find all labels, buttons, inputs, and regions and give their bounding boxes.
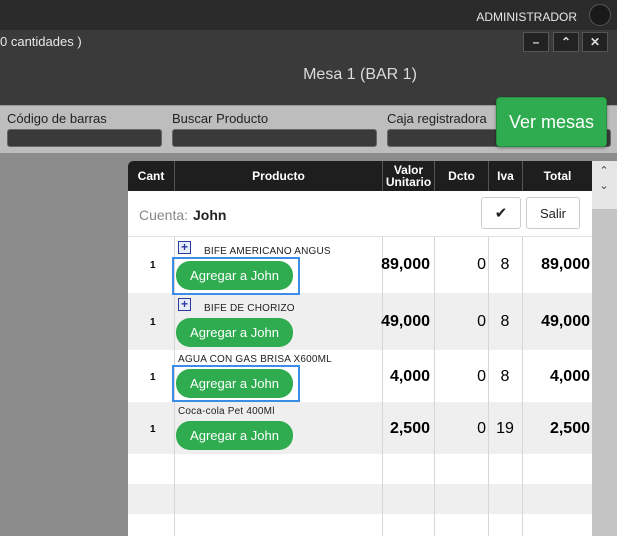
salir-button[interactable]: Salir xyxy=(526,197,580,229)
row-cant: 1 xyxy=(150,371,156,383)
column-header-cant: Cant xyxy=(137,169,165,183)
scrollbar-thumb[interactable] xyxy=(592,209,617,536)
barcode-input[interactable] xyxy=(7,129,162,147)
column-divider xyxy=(522,237,523,536)
header-bar: 0 cantidades ) – ⌃ ✕ Mesa 1 (BAR 1) xyxy=(0,30,617,105)
row-total: 2,500 xyxy=(549,420,590,437)
row-dcto: 0 xyxy=(477,256,486,273)
user-avatar-icon[interactable] xyxy=(589,4,611,26)
page-title: Mesa 1 (BAR 1) xyxy=(303,66,417,83)
row-total: 49,000 xyxy=(541,313,590,330)
column-header-dcto: Dcto xyxy=(434,161,488,191)
admin-label[interactable]: ADMINISTRADOR xyxy=(476,10,577,24)
minimize-button[interactable]: – xyxy=(523,32,549,52)
order-panel: Cant Producto Valor Unitario Dcto Iva To… xyxy=(128,161,592,536)
close-button[interactable]: ✕ xyxy=(582,32,608,52)
row-valor-unitario: 4,000 xyxy=(389,368,430,385)
plus-icon[interactable]: + xyxy=(178,298,191,311)
row-dcto: 0 xyxy=(477,420,486,437)
column-divider xyxy=(434,237,435,536)
product-name: BIFE DE CHORIZO xyxy=(204,303,295,314)
plus-icon[interactable]: + xyxy=(178,241,191,254)
maximize-button[interactable]: ⌃ xyxy=(553,32,579,52)
product-name: BIFE AMERICANO ANGUS xyxy=(204,246,331,257)
row-cant: 1 xyxy=(150,316,156,328)
row-total: 4,000 xyxy=(549,368,590,385)
column-header-valor-unitario: Valor Unitario xyxy=(382,161,434,191)
product-name: Coca-cola Pet 400Ml xyxy=(178,406,275,417)
column-divider xyxy=(382,237,383,536)
row-cant: 1 xyxy=(150,423,156,435)
column-header-producto: Producto xyxy=(174,161,382,191)
ver-mesas-button[interactable]: Ver mesas xyxy=(496,97,607,147)
search-product-input[interactable] xyxy=(172,129,377,147)
scroll-up-icon[interactable]: ⌃ xyxy=(596,164,612,178)
row-iva: 8 xyxy=(500,256,510,273)
row-total: 89,000 xyxy=(541,256,590,273)
column-divider xyxy=(488,237,489,536)
row-iva: 8 xyxy=(500,368,510,385)
add-to-account-button[interactable]: Agregar a John xyxy=(176,261,293,290)
row-iva: 8 xyxy=(500,313,510,330)
add-to-account-button[interactable]: Agregar a John xyxy=(176,318,293,347)
account-label: Cuenta: xyxy=(139,207,189,223)
quantity-text: 0 cantidades ) xyxy=(0,34,82,49)
product-name: AGUA CON GAS BRISA X600ML xyxy=(178,354,332,365)
scroll-down-icon[interactable]: ⌄ xyxy=(596,179,612,193)
row-cant: 1 xyxy=(150,259,156,271)
add-to-account-button[interactable]: Agregar a John xyxy=(176,369,293,398)
account-bar: Cuenta: John ✔ Salir xyxy=(128,191,592,237)
check-icon: ✔ xyxy=(494,205,508,222)
account-name: John xyxy=(193,207,227,223)
table-body: 1 + BIFE AMERICANO ANGUS Agregar a John … xyxy=(128,237,592,536)
add-to-account-button[interactable]: Agregar a John xyxy=(176,421,293,450)
table-header: Cant Producto Valor Unitario Dcto Iva To… xyxy=(128,161,592,191)
search-product-label: Buscar Producto xyxy=(172,111,269,126)
row-valor-unitario: 2,500 xyxy=(389,420,430,437)
column-header-total: Total xyxy=(522,161,592,191)
row-valor-unitario: 49,000 xyxy=(381,313,430,330)
confirm-button[interactable]: ✔ xyxy=(481,197,521,229)
table-scrollbar[interactable]: ⌃ ⌄ xyxy=(592,161,617,536)
column-header-iva: Iva xyxy=(488,161,522,191)
row-iva: 19 xyxy=(496,420,514,437)
top-bar: ADMINISTRADOR xyxy=(0,0,617,30)
row-dcto: 0 xyxy=(477,368,486,385)
barcode-label: Código de barras xyxy=(7,111,107,126)
row-valor-unitario: 89,000 xyxy=(381,256,430,273)
row-dcto: 0 xyxy=(477,313,486,330)
cash-register-label: Caja registradora xyxy=(387,111,487,126)
